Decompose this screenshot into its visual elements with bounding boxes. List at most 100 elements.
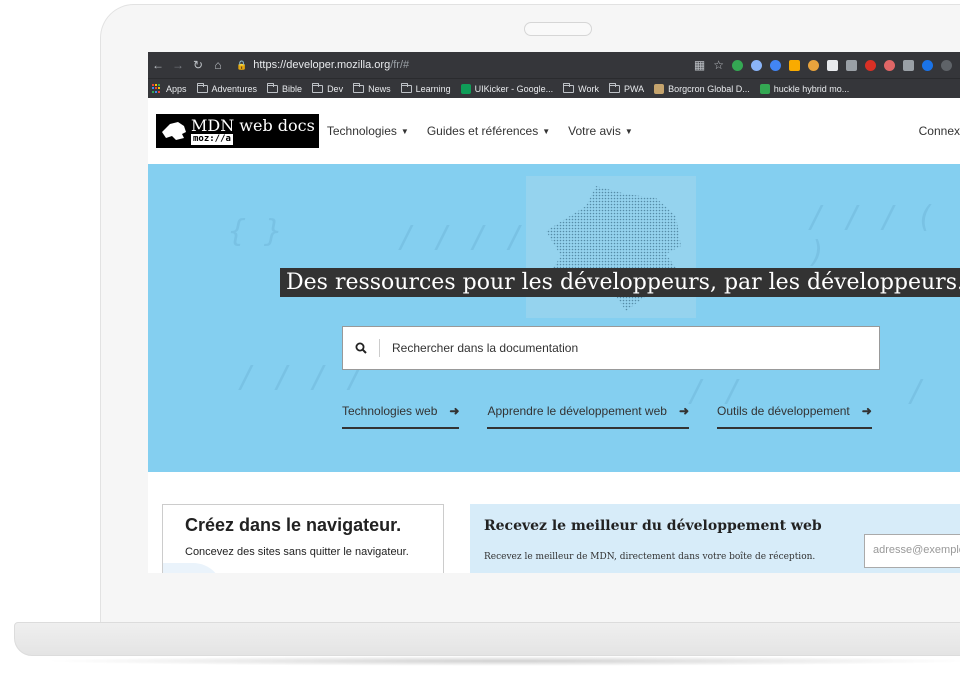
card-title: Créez dans le navigateur. xyxy=(185,515,402,535)
bookmark-folder[interactable]: PWA xyxy=(609,82,645,94)
bookmark-folder[interactable]: News xyxy=(353,82,391,94)
extension-icon[interactable] xyxy=(922,59,933,71)
forward-icon[interactable]: → xyxy=(168,58,188,72)
menu-guides[interactable]: Guides et références ▼ xyxy=(427,124,550,138)
arrow-right-icon: ➜ xyxy=(678,404,689,418)
bookmark-label: PWA xyxy=(624,83,645,94)
extension-icon[interactable] xyxy=(903,59,914,71)
extension-icon[interactable] xyxy=(865,59,876,71)
bookmark-label: Learning xyxy=(415,83,451,94)
link-label: Outils de développement xyxy=(717,404,850,418)
logo-title: MDN web docs xyxy=(191,116,315,135)
bookmark-folder[interactable]: Learning xyxy=(400,82,451,94)
camera-notch xyxy=(524,22,592,36)
mozilla-wordmark: moz://a xyxy=(191,134,233,145)
folder-icon xyxy=(196,82,208,93)
folder-icon xyxy=(400,82,412,93)
bookmark-label: Adventures xyxy=(211,83,258,94)
background-pattern: { } xyxy=(228,214,283,249)
lower-section: Créez dans le navigateur. Concevez des s… xyxy=(148,472,960,573)
apps-grid-icon xyxy=(152,83,162,94)
translate-icon[interactable]: ▦ xyxy=(694,58,705,72)
sign-in-link[interactable]: Connex xyxy=(919,98,960,164)
bookmark-label: Borgcron Global D... xyxy=(668,83,750,94)
bookmark-folder[interactable]: Bible xyxy=(267,82,302,94)
search-icon xyxy=(343,342,379,354)
extension-icon[interactable] xyxy=(846,59,857,71)
bookmark-label: News xyxy=(368,83,391,94)
search-box[interactable]: Rechercher dans la documentation xyxy=(342,326,880,370)
dinosaur-logo-icon xyxy=(162,122,186,140)
link-web-technologies[interactable]: Technologies web ➜ xyxy=(342,404,460,429)
bookmark-folder[interactable]: Work xyxy=(563,82,599,94)
extension-icon[interactable] xyxy=(808,59,819,71)
link-learn-web-dev[interactable]: Apprendre le développement web ➜ xyxy=(487,404,689,429)
sheets-icon xyxy=(460,83,471,94)
hero-title: Des ressources pour les développeurs, pa… xyxy=(280,268,960,297)
newsletter-panel: Recevez le meilleur du développement web… xyxy=(470,504,960,573)
extension-icon[interactable] xyxy=(751,59,762,71)
folder-icon xyxy=(353,82,365,93)
url-path: /fr/# xyxy=(390,59,410,71)
link-label: Technologies web xyxy=(342,404,438,418)
bookmarks-bar: Apps Adventures Bible Dev News Learning … xyxy=(148,78,960,98)
bookmark-apps[interactable]: Apps xyxy=(152,83,187,94)
email-field[interactable]: adresse@exemple xyxy=(864,534,960,568)
background-pattern: / / / / xyxy=(398,220,525,255)
extension-icon[interactable] xyxy=(827,59,838,71)
caret-down-icon: ▼ xyxy=(624,126,633,136)
laptop-mockup: ← → ↻ ⌂ 🔒 https://developer.mozilla.org/… xyxy=(0,0,960,675)
home-icon[interactable]: ⌂ xyxy=(208,58,228,72)
newsletter-title: Recevez le meilleur du développement web xyxy=(484,518,822,534)
folder-icon xyxy=(267,82,279,93)
extensions-bar: ▦ ☆ xyxy=(694,52,960,78)
extension-icon[interactable] xyxy=(732,59,743,71)
bookmark-star-icon[interactable]: ☆ xyxy=(713,58,724,72)
bookmark-link[interactable]: UIKicker - Google... xyxy=(460,83,554,94)
arrow-right-icon: ➜ xyxy=(449,404,460,418)
extension-icon[interactable] xyxy=(941,59,952,71)
background-pattern: / xyxy=(908,374,927,409)
bookmark-label: Dev xyxy=(327,83,344,94)
folder-icon xyxy=(563,82,575,93)
plus-icon xyxy=(759,83,770,94)
card-description: Concevez des sites sans quitter le navig… xyxy=(185,546,409,558)
bookmark-label: UIKicker - Google... xyxy=(474,83,554,94)
laptop-shadow xyxy=(40,656,960,666)
bookmark-folder[interactable]: Dev xyxy=(312,82,344,94)
back-icon[interactable]: ← xyxy=(148,58,168,72)
mdn-logo[interactable]: MDN web docs moz://a xyxy=(156,114,319,148)
reload-icon[interactable]: ↻ xyxy=(188,58,208,72)
site-header: MDN web docs moz://a Technologies ▼ Guide… xyxy=(148,98,960,164)
main-menu: Technologies ▼ Guides et références ▼ Votr… xyxy=(327,124,633,138)
folder-icon xyxy=(609,82,620,93)
extension-icon[interactable] xyxy=(770,59,781,71)
url-host: https://developer.mozilla.org xyxy=(253,59,391,71)
lock-icon: 🔒 xyxy=(236,59,248,70)
card-decoration xyxy=(163,563,223,573)
bookmark-folder[interactable]: Adventures xyxy=(196,82,258,94)
address-bar-row: ← → ↻ ⌂ 🔒 https://developer.mozilla.org/… xyxy=(148,52,960,78)
extension-icon[interactable] xyxy=(789,59,800,71)
bookmark-label: Work xyxy=(578,83,599,94)
menu-feedback[interactable]: Votre avis ▼ xyxy=(568,124,633,138)
bookmark-link[interactable]: huckle hybrid mo... xyxy=(759,83,849,94)
laptop-base xyxy=(14,622,960,656)
search-separator xyxy=(379,339,380,357)
link-dev-tools[interactable]: Outils de développement ➜ xyxy=(717,404,872,429)
folder-icon xyxy=(312,82,324,93)
arrow-right-icon: ➜ xyxy=(861,404,872,418)
bookmark-link[interactable]: Borgcron Global D... xyxy=(654,83,750,94)
hero-quick-links: Technologies web ➜ Apprendre le développe… xyxy=(342,404,872,429)
url-field[interactable]: https://developer.mozilla.org/fr/# xyxy=(253,59,409,71)
caret-down-icon: ▼ xyxy=(400,126,409,136)
link-label: Apprendre le développement web xyxy=(487,404,667,418)
extension-icon[interactable] xyxy=(884,59,895,71)
search-input[interactable]: Rechercher dans la documentation xyxy=(392,341,578,355)
hero-banner: { } / / / / / / / ( ) / / / / / / / Des … xyxy=(148,164,960,472)
menu-label: Votre avis xyxy=(568,124,621,138)
caret-down-icon: ▼ xyxy=(542,126,551,136)
feature-card[interactable]: Créez dans le navigateur. Concevez des s… xyxy=(162,504,444,573)
menu-label: Guides et références xyxy=(426,124,539,138)
menu-technologies[interactable]: Technologies ▼ xyxy=(327,124,409,138)
